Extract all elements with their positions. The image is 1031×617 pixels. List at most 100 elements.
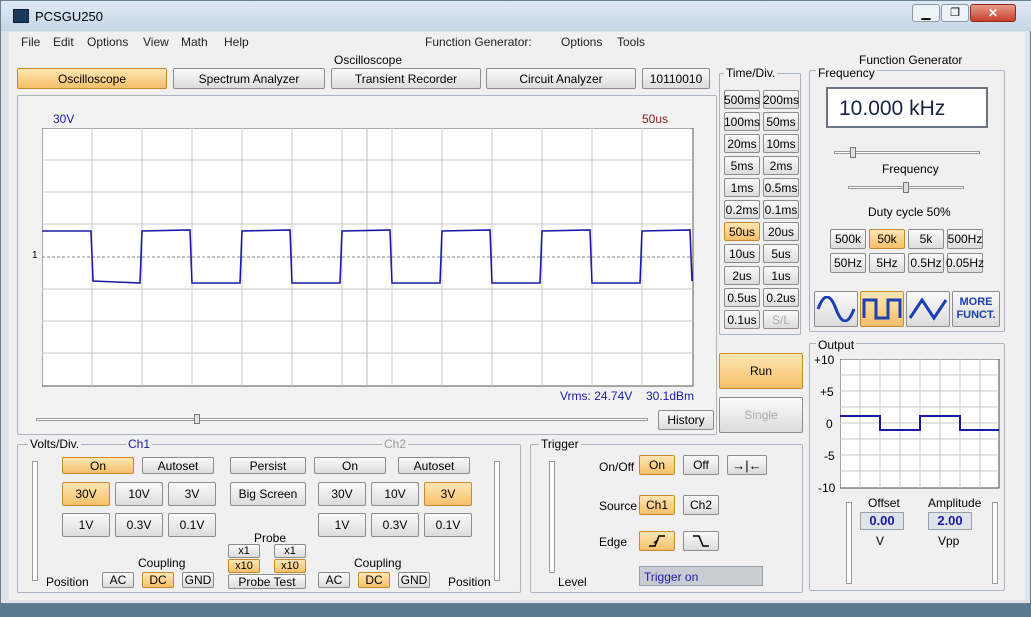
persist-button[interactable]: Persist bbox=[230, 457, 306, 474]
timediv-button[interactable]: 10us bbox=[724, 244, 760, 263]
fg-range-button[interactable]: 50Hz bbox=[830, 253, 866, 273]
rising-edge-icon[interactable] bbox=[639, 531, 675, 551]
ch1-10v-button[interactable]: 10V bbox=[115, 482, 163, 506]
menu-fg-tools[interactable]: Tools bbox=[617, 35, 645, 49]
fg-range-button[interactable]: 5Hz bbox=[869, 253, 905, 273]
triangle-wave-icon[interactable] bbox=[906, 291, 950, 327]
big-screen-button[interactable]: Big Screen bbox=[230, 482, 306, 506]
timediv-button[interactable]: 0.5ms bbox=[763, 178, 799, 197]
minimize-button[interactable]: ▁ bbox=[912, 4, 940, 22]
ch2-on-button[interactable]: On bbox=[314, 457, 386, 474]
timediv-button[interactable]: 0.2us bbox=[763, 288, 799, 307]
timediv-button[interactable]: 5us bbox=[763, 244, 799, 263]
ch2-10v-button[interactable]: 10V bbox=[371, 482, 419, 506]
timediv-button[interactable]: 50ms bbox=[763, 112, 799, 131]
history-button[interactable]: History bbox=[658, 410, 714, 430]
history-slider[interactable] bbox=[36, 418, 648, 421]
timediv-button[interactable]: 0.1us bbox=[724, 310, 760, 329]
ch1-position-slider[interactable] bbox=[32, 461, 38, 581]
ch1-01v-button[interactable]: 0.1V bbox=[168, 513, 216, 537]
frequency-slider-thumb[interactable] bbox=[850, 147, 856, 158]
ch2-ac-button[interactable]: AC bbox=[318, 572, 350, 588]
timediv-button[interactable]: 2us bbox=[724, 266, 760, 285]
ch1-on-button[interactable]: On bbox=[62, 457, 134, 474]
menu-fg-options[interactable]: Options bbox=[561, 35, 602, 49]
offset-field[interactable]: 0.00 bbox=[860, 512, 904, 530]
trigger-off-button[interactable]: Off bbox=[683, 455, 719, 475]
trigger-on-button[interactable]: On bbox=[639, 455, 675, 475]
ch1-30v-button[interactable]: 30V bbox=[62, 482, 110, 506]
timediv-button[interactable]: 0.2ms bbox=[724, 200, 760, 219]
ch1-1v-button[interactable]: 1V bbox=[62, 513, 110, 537]
timediv-button[interactable]: S/L bbox=[763, 310, 799, 329]
timediv-button[interactable]: 5ms bbox=[724, 156, 760, 175]
sine-wave-icon[interactable] bbox=[814, 291, 858, 327]
timediv-button[interactable]: 1us bbox=[763, 266, 799, 285]
timediv-button[interactable]: 10ms bbox=[763, 134, 799, 153]
ch2-3v-button[interactable]: 3V bbox=[424, 482, 472, 506]
fg-range-button[interactable]: 500k bbox=[830, 229, 866, 249]
ch2-03v-button[interactable]: 0.3V bbox=[371, 513, 419, 537]
menu-view[interactable]: View bbox=[143, 35, 169, 49]
timediv-button[interactable]: 100ms bbox=[724, 112, 760, 131]
amplitude-slider[interactable] bbox=[992, 502, 998, 584]
single-button[interactable]: Single bbox=[719, 397, 803, 433]
ch1-03v-button[interactable]: 0.3V bbox=[115, 513, 163, 537]
tab-circuit-analyzer[interactable]: Circuit Analyzer bbox=[486, 68, 636, 89]
timediv-button[interactable]: 50us bbox=[724, 222, 760, 241]
more-functions-button[interactable]: MORE FUNCT. bbox=[952, 291, 1000, 327]
ch2-dc-button[interactable]: DC bbox=[358, 572, 390, 588]
offset-slider[interactable] bbox=[846, 502, 852, 584]
fg-range-button[interactable]: 500Hz bbox=[947, 229, 983, 249]
duty-slider-thumb[interactable] bbox=[903, 182, 909, 193]
menu-math[interactable]: Math bbox=[181, 35, 208, 49]
ch2-probe-x1[interactable]: x1 bbox=[274, 544, 306, 558]
probe-test-button[interactable]: Probe Test bbox=[228, 574, 306, 589]
menu-edit[interactable]: Edit bbox=[53, 35, 74, 49]
amplitude-field[interactable]: 2.00 bbox=[928, 512, 972, 530]
trigger-level-slider[interactable] bbox=[549, 461, 555, 573]
ch2-position-slider[interactable] bbox=[494, 461, 500, 581]
run-button[interactable]: Run bbox=[719, 353, 803, 389]
ch2-1v-button[interactable]: 1V bbox=[318, 513, 366, 537]
ch2-30v-button[interactable]: 30V bbox=[318, 482, 366, 506]
timediv-button[interactable]: 0.1ms bbox=[763, 200, 799, 219]
fg-range-button[interactable]: 5k bbox=[908, 229, 944, 249]
timediv-button[interactable]: 2ms bbox=[763, 156, 799, 175]
tab-oscilloscope[interactable]: Oscilloscope bbox=[17, 68, 167, 89]
timediv-button[interactable]: 20us bbox=[763, 222, 799, 241]
tab-spectrum-analyzer[interactable]: Spectrum Analyzer bbox=[173, 68, 325, 89]
ch1-dc-button[interactable]: DC bbox=[142, 572, 174, 588]
ch2-01v-button[interactable]: 0.1V bbox=[424, 513, 472, 537]
timediv-button[interactable]: 1ms bbox=[724, 178, 760, 197]
tab-transient-recorder[interactable]: Transient Recorder bbox=[331, 68, 481, 89]
trigger-center-icon[interactable]: →|← bbox=[727, 455, 767, 475]
menu-options[interactable]: Options bbox=[87, 35, 128, 49]
timediv-button[interactable]: 200ms bbox=[763, 90, 799, 109]
ch2-autoset-button[interactable]: Autoset bbox=[398, 457, 470, 474]
tab-logic[interactable]: 10110010 bbox=[642, 68, 710, 89]
menu-help[interactable]: Help bbox=[224, 35, 249, 49]
fg-range-button[interactable]: 50k bbox=[869, 229, 905, 249]
ch1-3v-button[interactable]: 3V bbox=[168, 482, 216, 506]
timediv-button[interactable]: 0.5us bbox=[724, 288, 760, 307]
fg-range-button[interactable]: 0.05Hz bbox=[946, 253, 984, 273]
ch1-ac-button[interactable]: AC bbox=[102, 572, 134, 588]
falling-edge-icon[interactable] bbox=[683, 531, 719, 551]
menu-file[interactable]: File bbox=[21, 35, 40, 49]
trigger-source-ch2[interactable]: Ch2 bbox=[683, 495, 719, 515]
fg-range-button[interactable]: 0.5Hz bbox=[908, 253, 944, 273]
history-slider-thumb[interactable] bbox=[194, 414, 200, 424]
ch1-autoset-button[interactable]: Autoset bbox=[142, 457, 214, 474]
square-wave-icon[interactable] bbox=[860, 291, 904, 327]
timediv-button[interactable]: 500ms bbox=[724, 90, 760, 109]
ch1-gnd-button[interactable]: GND bbox=[182, 572, 214, 588]
ch2-probe-x10[interactable]: x10 bbox=[274, 559, 306, 573]
timediv-button[interactable]: 20ms bbox=[724, 134, 760, 153]
close-button[interactable]: ✕ bbox=[970, 4, 1016, 22]
trigger-source-ch1[interactable]: Ch1 bbox=[639, 495, 675, 515]
maximize-button[interactable]: ❐ bbox=[941, 4, 969, 22]
ch1-probe-x1[interactable]: x1 bbox=[228, 544, 260, 558]
ch2-gnd-button[interactable]: GND bbox=[398, 572, 430, 588]
ch1-probe-x10[interactable]: x10 bbox=[228, 559, 260, 573]
